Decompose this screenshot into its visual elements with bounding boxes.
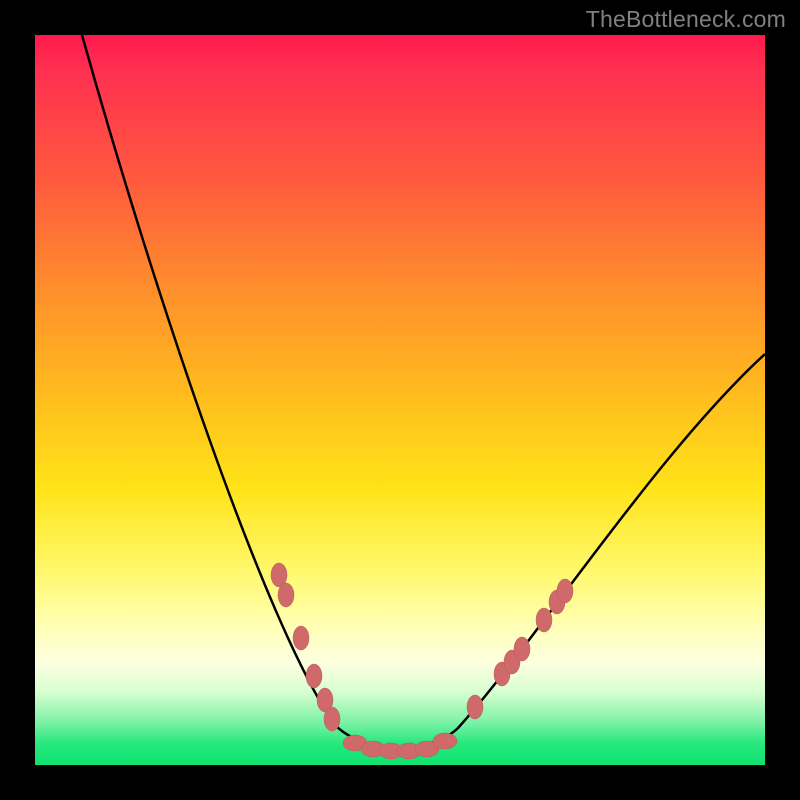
data-marker — [433, 733, 457, 749]
data-marker — [557, 579, 573, 603]
data-marker — [306, 664, 322, 688]
data-marker — [324, 707, 340, 731]
watermark-text: TheBottleneck.com — [586, 6, 786, 33]
plot-area — [35, 35, 765, 765]
data-marker — [293, 626, 309, 650]
data-marker — [278, 583, 294, 607]
data-marker — [467, 695, 483, 719]
curve-layer — [35, 35, 765, 765]
marker-group — [271, 563, 573, 759]
bottleneck-curve — [82, 35, 765, 748]
data-marker — [514, 637, 530, 661]
data-marker — [536, 608, 552, 632]
chart-frame: TheBottleneck.com — [0, 0, 800, 800]
